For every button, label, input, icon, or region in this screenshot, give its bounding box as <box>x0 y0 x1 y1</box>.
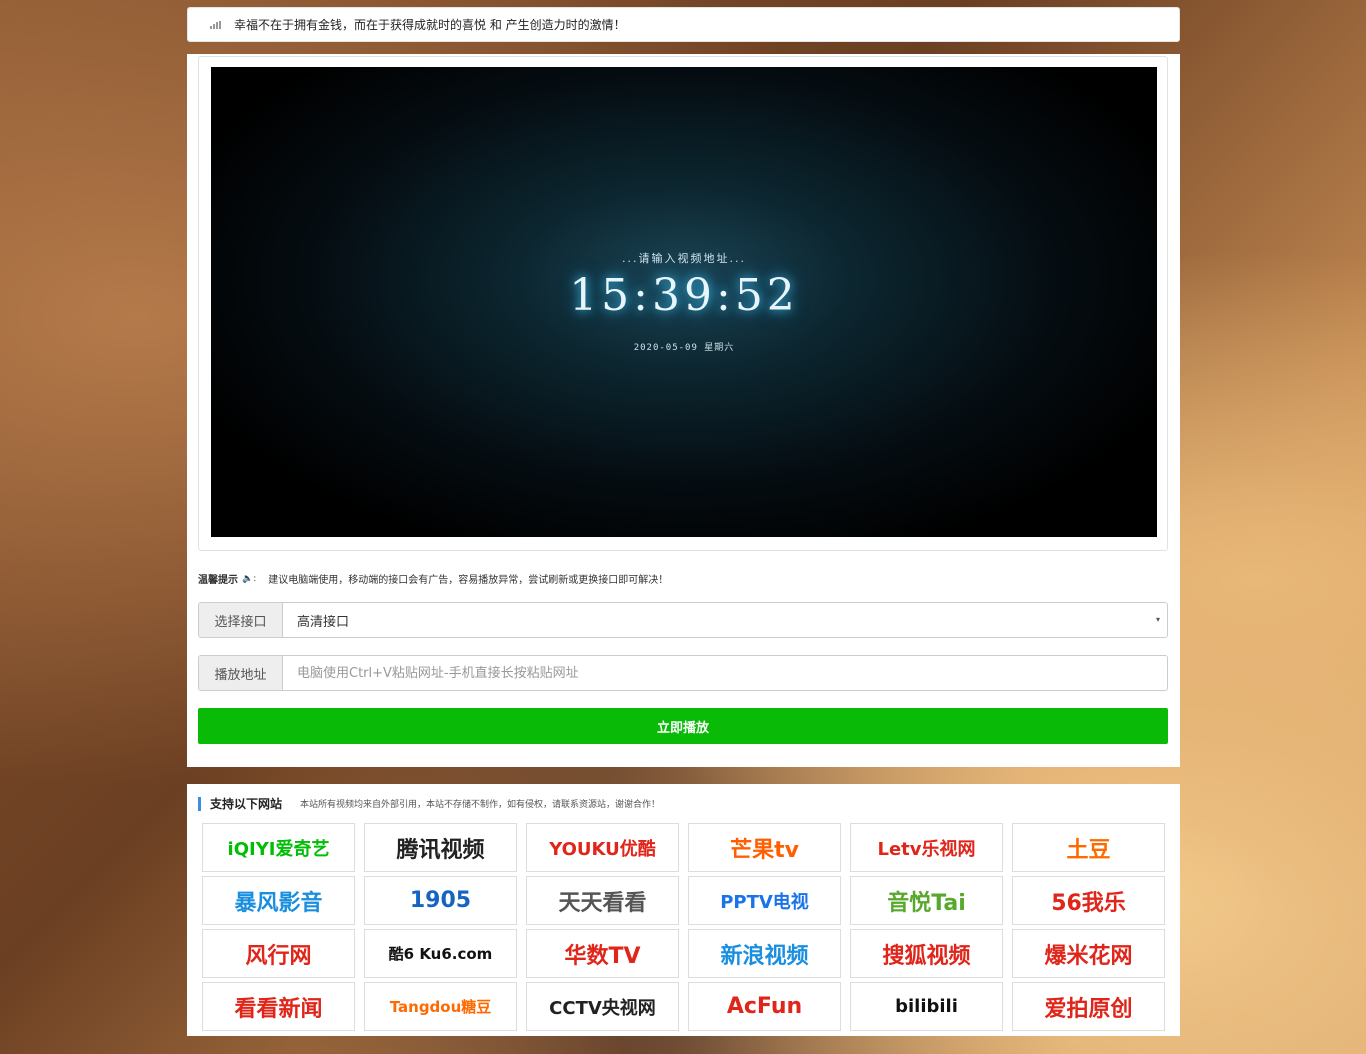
site-logo[interactable]: 土豆 <box>1012 823 1165 872</box>
tip-line: 温馨提示 🔈: 建议电脑端使用，移动端的接口会有广告，容易播放异常，尝试刷新或更… <box>198 571 669 587</box>
site-logo[interactable]: 爱拍原创 <box>1012 982 1165 1031</box>
play-button[interactable]: 立即播放 <box>198 708 1168 744</box>
url-input-group: 播放地址 <box>198 655 1168 691</box>
site-logo-text: 天天看看 <box>558 890 647 916</box>
site-logo[interactable]: Letv乐视网 <box>850 823 1003 872</box>
site-logo-text: iQIYI爱奇艺 <box>227 838 330 860</box>
sites-note: 本站所有视频均来自外部引用，本站不存储不制作，如有侵权，请联系资源站，谢谢合作！ <box>300 800 661 810</box>
player-frame: ...请输入视频地址... 15:39:52 2020-05-09 星期六 <box>198 56 1168 551</box>
site-logo-text: Letv乐视网 <box>877 838 976 860</box>
tip-label: 温馨提示 <box>198 575 238 586</box>
site-logo-text: 腾讯视频 <box>396 837 485 863</box>
player-clock: 15:39:52 <box>569 270 799 321</box>
site-logo-text: 音悦Tai <box>887 890 966 916</box>
site-logo[interactable]: AcFun <box>688 982 841 1031</box>
site-logo-text: 新浪视频 <box>720 943 809 969</box>
notice-text: 幸福不在于拥有金钱，而在于获得成就时的喜悦 和 产生创造力时的激情！ <box>234 18 626 32</box>
site-logo[interactable]: 华数TV <box>526 929 679 978</box>
site-logo-text: 酷6 Ku6.com <box>388 945 493 963</box>
site-logo-text: 爱拍原创 <box>1044 996 1133 1022</box>
site-logo-text: 芒果tv <box>730 837 799 863</box>
notice-bar: 幸福不在于拥有金钱，而在于获得成就时的喜悦 和 产生创造力时的激情！ <box>187 7 1180 42</box>
signal-bars-icon <box>210 20 221 29</box>
site-logo-text: 土豆 <box>1066 837 1111 863</box>
site-logo-text: Tangdou糖豆 <box>389 998 492 1016</box>
speaker-icon: 🔈: <box>242 573 257 584</box>
site-logo-text: YOUKU优酷 <box>549 838 656 860</box>
site-logo-text: 华数TV <box>564 943 641 969</box>
site-logo[interactable]: 1905 <box>364 876 517 925</box>
site-logo-text: CCTV央视网 <box>549 997 656 1019</box>
sites-header: 支持以下网站 本站所有视频均来自外部引用，本站不存储不制作，如有侵权，请联系资源… <box>198 795 660 812</box>
site-logo[interactable]: 腾讯视频 <box>364 823 517 872</box>
player-hint: ...请输入视频地址... <box>622 252 746 265</box>
site-logo[interactable]: 风行网 <box>202 929 355 978</box>
url-input[interactable] <box>283 656 1167 690</box>
site-logo[interactable]: iQIYI爱奇艺 <box>202 823 355 872</box>
site-logo[interactable]: PPTV电视 <box>688 876 841 925</box>
interface-select[interactable]: 高清接口 ▾ <box>283 603 1167 637</box>
site-logo[interactable]: bilibili <box>850 982 1003 1031</box>
site-logo[interactable]: 暴风影音 <box>202 876 355 925</box>
interface-select-label: 选择接口 <box>199 603 283 637</box>
site-logo[interactable]: 看看新闻 <box>202 982 355 1031</box>
site-logo[interactable]: 天天看看 <box>526 876 679 925</box>
site-logo-text: 1905 <box>409 888 472 913</box>
site-logo-text: 搜狐视频 <box>882 943 971 969</box>
main-panel: ...请输入视频地址... 15:39:52 2020-05-09 星期六 温馨… <box>187 54 1180 767</box>
site-logo[interactable]: 音悦Tai <box>850 876 1003 925</box>
site-logo-text: 风行网 <box>245 943 312 969</box>
site-logo[interactable]: Tangdou糖豆 <box>364 982 517 1031</box>
site-logo-text: 爆米花网 <box>1044 943 1133 969</box>
interface-select-value: 高清接口 <box>297 614 350 630</box>
player-date: 2020-05-09 星期六 <box>633 343 735 353</box>
site-logo-text: 56我乐 <box>1051 890 1126 916</box>
site-logo[interactable]: CCTV央视网 <box>526 982 679 1031</box>
site-logo[interactable]: 芒果tv <box>688 823 841 872</box>
url-input-label: 播放地址 <box>199 656 283 690</box>
sites-title: 支持以下网站 <box>210 797 283 811</box>
site-logo-text: AcFun <box>726 994 803 1019</box>
site-logo[interactable]: 酷6 Ku6.com <box>364 929 517 978</box>
site-logo-text: 看看新闻 <box>234 996 323 1022</box>
caret-down-icon: ▾ <box>1155 615 1160 624</box>
tip-text: 建议电脑端使用，移动端的接口会有广告，容易播放异常，尝试刷新或更换接口即可解决！ <box>268 575 669 586</box>
site-logo-text: bilibili <box>895 996 958 1017</box>
site-logo[interactable]: YOUKU优酷 <box>526 823 679 872</box>
header-accent-bar <box>198 796 201 811</box>
supported-sites-panel: 支持以下网站 本站所有视频均来自外部引用，本站不存储不制作，如有侵权，请联系资源… <box>187 784 1180 1036</box>
site-logo-text: 暴风影音 <box>234 890 323 916</box>
interface-select-group: 选择接口 高清接口 ▾ <box>198 602 1168 638</box>
site-logo[interactable]: 搜狐视频 <box>850 929 1003 978</box>
site-logo[interactable]: 爆米花网 <box>1012 929 1165 978</box>
site-logo[interactable]: 新浪视频 <box>688 929 841 978</box>
video-player[interactable]: ...请输入视频地址... 15:39:52 2020-05-09 星期六 <box>211 67 1157 537</box>
site-logo[interactable]: 56我乐 <box>1012 876 1165 925</box>
site-logo-text: PPTV电视 <box>720 891 809 913</box>
site-logo-grid: iQIYI爱奇艺 腾讯视频 YOUKU优酷 芒果tv Letv乐视网 土豆暴风影音 1905… <box>202 823 1165 1031</box>
